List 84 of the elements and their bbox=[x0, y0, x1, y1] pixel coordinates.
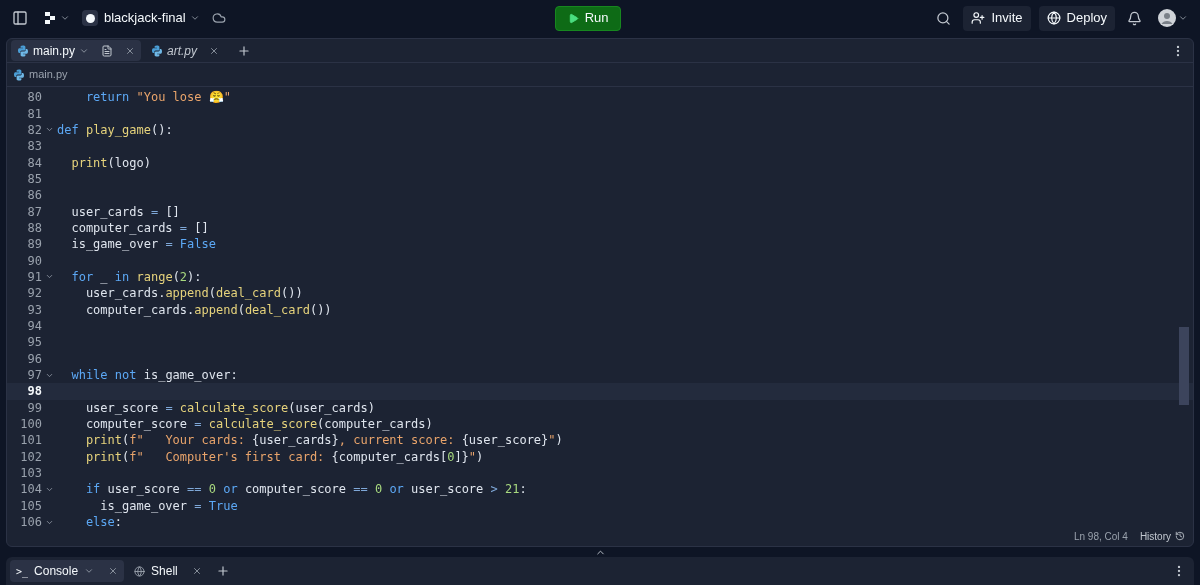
line-number: 87 bbox=[26, 203, 42, 221]
line-number: 88 bbox=[26, 219, 42, 237]
play-icon bbox=[567, 12, 579, 24]
code-line: for _ in range(2): bbox=[70, 268, 202, 286]
project-avatar-icon bbox=[82, 10, 98, 26]
history-icon bbox=[1175, 531, 1185, 542]
python-icon bbox=[13, 68, 25, 81]
history-button[interactable]: History bbox=[1139, 528, 1185, 544]
code-line: print(f" Computer's first card: {computer_cards[0]}") bbox=[84, 448, 484, 466]
project-name[interactable]: blackjack-final bbox=[104, 8, 200, 28]
line-number: 82 bbox=[26, 121, 42, 139]
code-line: print(f" Your cards: {user_cards}, current score: {user_score}") bbox=[84, 432, 563, 450]
line-number: 104 bbox=[19, 481, 42, 499]
caret-icon bbox=[1178, 13, 1188, 23]
code-line: computer_cards = [] bbox=[70, 219, 209, 237]
code-line: while not is_game_over: bbox=[70, 367, 238, 384]
close-icon[interactable] bbox=[191, 566, 202, 576]
code-line: computer_cards.append(deal_card()) bbox=[84, 301, 332, 319]
code-line: print(logo) bbox=[70, 154, 151, 172]
panel-tab[interactable]: >_ Console bbox=[10, 560, 125, 582]
blocks-icon bbox=[44, 11, 58, 25]
globe-icon bbox=[1046, 11, 1061, 25]
close-icon[interactable] bbox=[125, 45, 136, 56]
close-icon[interactable] bbox=[209, 45, 220, 56]
line-number: 81 bbox=[26, 105, 42, 123]
line-number: 94 bbox=[26, 318, 42, 335]
search-icon[interactable] bbox=[936, 10, 952, 26]
code-line: def play_game(): bbox=[57, 121, 173, 139]
code-line: is_game_over = True bbox=[99, 497, 238, 515]
notifications-icon[interactable] bbox=[1127, 10, 1142, 26]
line-number: 99 bbox=[26, 399, 42, 417]
line-number: 103 bbox=[19, 465, 42, 483]
cursor-position: Ln 98, Col 4 bbox=[1073, 529, 1128, 544]
line-number: 85 bbox=[26, 170, 42, 188]
code-line: return "You lose 😤" bbox=[84, 89, 231, 107]
line-number: 93 bbox=[26, 301, 42, 319]
line-number: 90 bbox=[26, 252, 42, 270]
line-number: 89 bbox=[26, 236, 42, 254]
line-number: 100 bbox=[19, 416, 42, 434]
line-number: 98 bbox=[26, 383, 42, 401]
globe-icon bbox=[134, 565, 146, 577]
line-number: 96 bbox=[26, 350, 42, 368]
new-tab-icon[interactable] bbox=[215, 564, 230, 578]
invite-button[interactable]: Invite bbox=[963, 5, 1031, 31]
code-line: user_cards = [] bbox=[70, 203, 180, 221]
run-button[interactable]: Run bbox=[554, 5, 622, 31]
user-plus-icon bbox=[971, 11, 986, 25]
caret-icon bbox=[189, 13, 200, 23]
line-number: 83 bbox=[26, 138, 42, 156]
scrollbar-thumb[interactable] bbox=[1179, 327, 1189, 405]
code-line: user_cards.append(deal_card()) bbox=[84, 285, 303, 303]
preview-icon[interactable] bbox=[101, 44, 114, 57]
line-number: 80 bbox=[26, 89, 42, 107]
python-icon bbox=[151, 44, 164, 57]
line-number: 86 bbox=[26, 187, 42, 205]
line-number: 95 bbox=[26, 334, 42, 352]
user-menu-button[interactable] bbox=[1158, 9, 1188, 27]
line-number: 105 bbox=[19, 497, 42, 515]
code-line: else: bbox=[84, 514, 123, 527]
code-line: user_score = calculate_score(user_cards) bbox=[84, 399, 375, 417]
file-tab[interactable]: art.py bbox=[145, 40, 226, 61]
caret-icon bbox=[60, 13, 70, 23]
avatar-icon bbox=[1158, 9, 1176, 27]
code-line: if user_score == 0 or computer_score == 0 or user_score > 21: bbox=[84, 481, 527, 499]
python-icon bbox=[17, 44, 29, 57]
panel-tab[interactable]: Shell bbox=[128, 560, 208, 582]
line-number: 101 bbox=[19, 432, 42, 450]
code-line: is_game_over = False bbox=[70, 236, 216, 254]
deploy-button[interactable]: Deploy bbox=[1038, 5, 1115, 31]
file-tab[interactable]: main.py bbox=[11, 40, 142, 61]
caret-icon bbox=[84, 566, 95, 576]
breadcrumb[interactable]: main.py bbox=[29, 66, 68, 83]
line-number: 91 bbox=[26, 268, 42, 286]
line-number: 84 bbox=[26, 154, 42, 172]
cloud-icon bbox=[211, 11, 226, 25]
sidebar-toggle-icon[interactable] bbox=[12, 10, 28, 26]
line-number: 106 bbox=[19, 514, 42, 527]
line-number: 92 bbox=[26, 285, 42, 303]
close-icon[interactable] bbox=[108, 566, 119, 576]
line-number: 97 bbox=[26, 367, 42, 384]
new-tab-icon[interactable] bbox=[237, 43, 252, 58]
workspace-menu-button[interactable] bbox=[44, 11, 70, 25]
line-number: 102 bbox=[19, 448, 42, 466]
code-line: computer_score = calculate_score(computer_cards) bbox=[84, 416, 433, 434]
